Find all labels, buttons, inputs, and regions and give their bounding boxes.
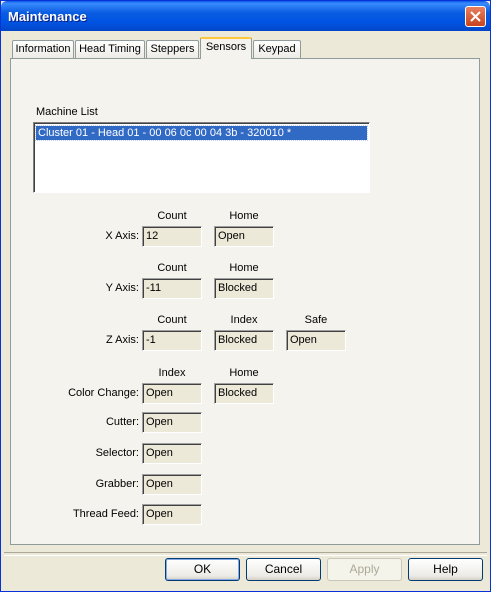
cutter-field: Open xyxy=(142,412,202,433)
cc-home-header: Home xyxy=(229,367,259,379)
x-home-header: Home xyxy=(229,210,259,222)
z-index-header: Index xyxy=(230,314,258,326)
tab-sensors[interactable]: Sensors xyxy=(200,37,252,59)
color-change-home-field: Blocked xyxy=(214,383,274,404)
cutter-label: Cutter: xyxy=(105,416,139,428)
tab-information[interactable]: Information xyxy=(12,40,74,58)
dialog-body: Information Head Timing Steppers Sensors… xyxy=(4,31,487,589)
color-change-label: Color Change: xyxy=(68,387,139,399)
x-axis-count-field: 12 xyxy=(142,226,202,247)
tab-steppers[interactable]: Steppers xyxy=(146,40,199,58)
machine-list-item[interactable]: Cluster 01 - Head 01 - 00 06 0c 00 04 3b… xyxy=(35,125,368,141)
selector-label: Selector: xyxy=(95,447,139,459)
y-axis-label: Y Axis: xyxy=(105,282,139,294)
sensors-panel: Machine List Cluster 01 - Head 01 - 00 0… xyxy=(10,58,480,545)
window-title: Maintenance xyxy=(8,9,87,24)
x-axis-label: X Axis: xyxy=(105,230,139,242)
tab-keypad[interactable]: Keypad xyxy=(253,40,301,58)
apply-button[interactable]: Apply xyxy=(327,558,402,581)
y-home-header: Home xyxy=(229,262,259,274)
x-count-header: Count xyxy=(157,210,187,222)
z-axis-index-field: Blocked xyxy=(214,330,274,351)
maintenance-dialog: Maintenance Information Head Timing Step… xyxy=(0,0,491,592)
z-axis-count-field: -1 xyxy=(142,330,202,351)
close-button[interactable] xyxy=(465,6,486,27)
z-safe-header: Safe xyxy=(304,314,328,326)
selector-field: Open xyxy=(142,443,202,464)
z-axis-safe-field: Open xyxy=(286,330,346,351)
x-axis-home-field: Open xyxy=(214,226,274,247)
thread-feed-label: Thread Feed: xyxy=(72,508,139,520)
machine-list[interactable]: Cluster 01 - Head 01 - 00 06 0c 00 04 3b… xyxy=(33,122,370,193)
machine-list-label: Machine List xyxy=(36,106,98,118)
tab-head-timing[interactable]: Head Timing xyxy=(75,40,145,58)
y-axis-count-field: -11 xyxy=(142,278,202,299)
close-icon xyxy=(470,11,481,22)
cc-index-header: Index xyxy=(158,367,186,379)
button-bar-divider xyxy=(4,552,487,556)
thread-feed-field: Open xyxy=(142,504,202,525)
cancel-button[interactable]: Cancel xyxy=(246,558,321,581)
z-count-header: Count xyxy=(157,314,187,326)
grabber-field: Open xyxy=(142,474,202,495)
y-axis-home-field: Blocked xyxy=(214,278,274,299)
color-change-index-field: Open xyxy=(142,383,202,404)
help-button[interactable]: Help xyxy=(408,558,483,581)
grabber-label: Grabber: xyxy=(95,478,139,490)
y-count-header: Count xyxy=(157,262,187,274)
ok-button[interactable]: OK xyxy=(165,558,240,581)
z-axis-label: Z Axis: xyxy=(105,334,139,346)
title-bar[interactable]: Maintenance xyxy=(1,1,490,31)
